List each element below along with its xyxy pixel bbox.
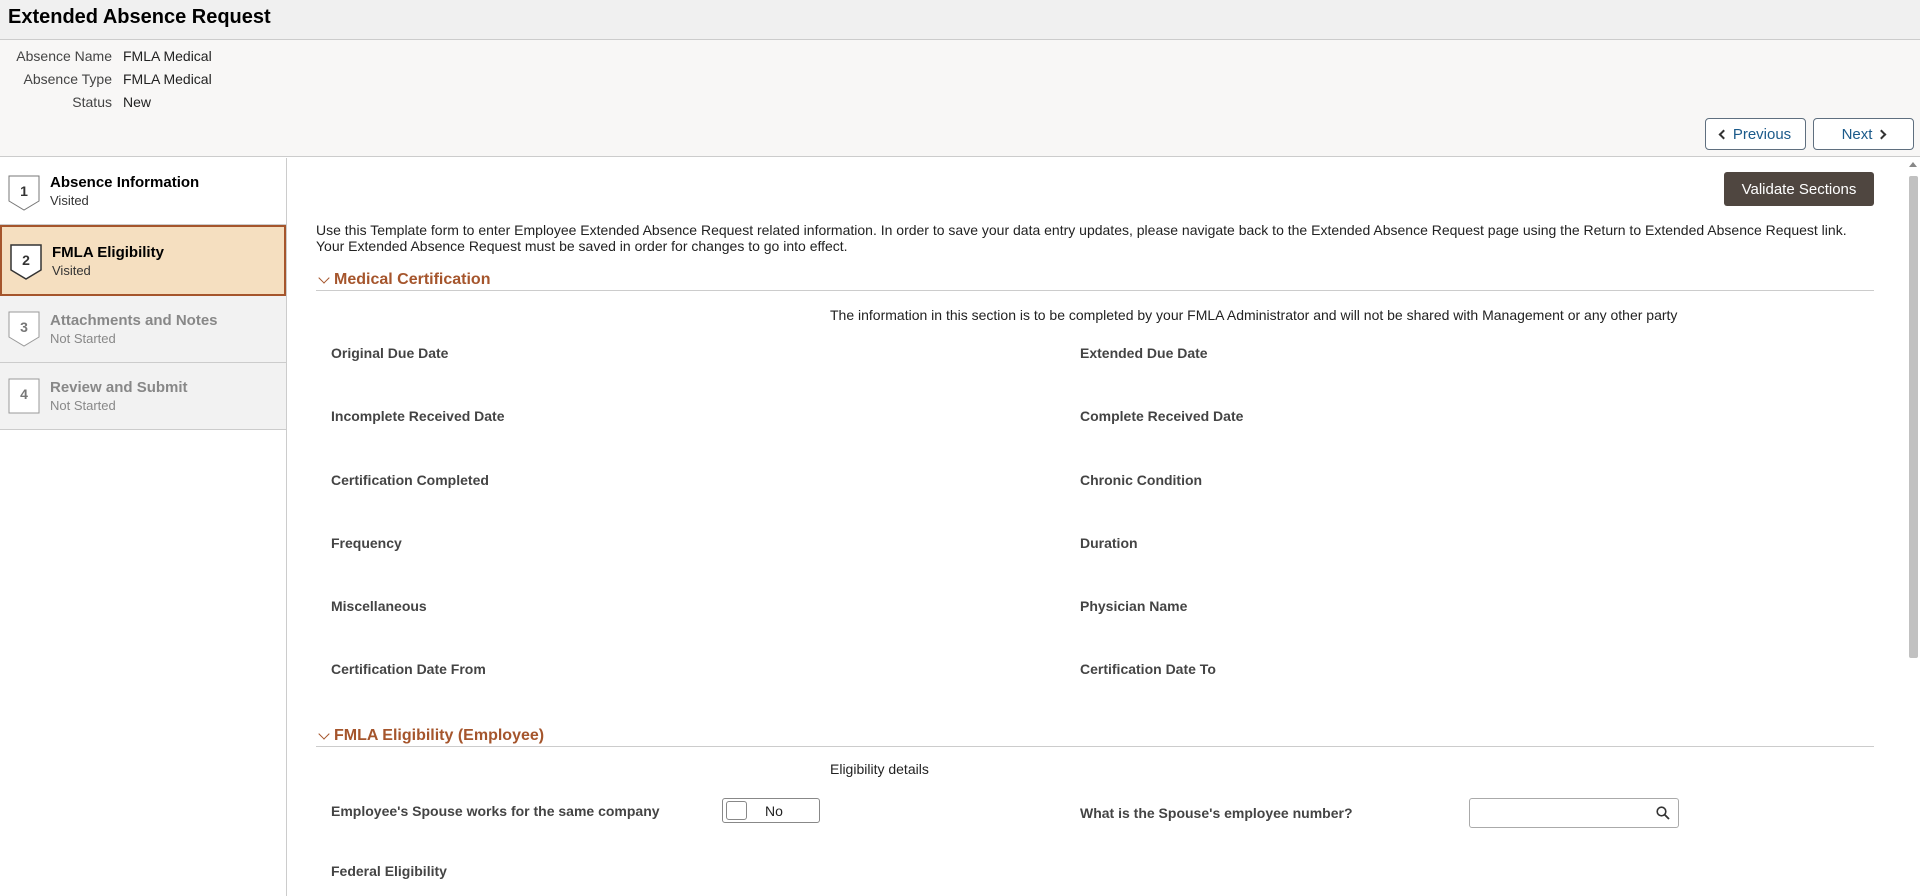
toggle-switch-knob: [726, 801, 747, 820]
page-title: Extended Absence Request: [8, 6, 271, 28]
step-status: Visited: [50, 193, 89, 208]
field-label-certification-date-from: Certification Date From: [331, 661, 486, 677]
fmla-eligibility-title: FMLA Eligibility (Employee): [334, 726, 545, 744]
field-label-physician-name: Physician Name: [1080, 598, 1188, 614]
absence-summary: Absence Name FMLA Medical Absence Type F…: [0, 40, 1920, 157]
title-bar: Extended Absence Request: [0, 0, 1920, 40]
spouse-same-company-toggle[interactable]: No: [722, 798, 820, 823]
medical-certification-header[interactable]: Medical Certification: [316, 269, 1874, 291]
chevron-down-icon: [318, 727, 330, 740]
step-status: Visited: [52, 263, 91, 278]
next-button[interactable]: Next: [1813, 118, 1914, 150]
status-value: New: [123, 94, 152, 110]
field-label-certification-completed: Certification Completed: [331, 472, 489, 488]
main-content: Validate Sections Use this Template form…: [288, 158, 1907, 896]
absence-name-row: Absence Name FMLA Medical: [0, 48, 212, 64]
step-attachments-and-notes[interactable]: 3 Attachments and Notes Not Started: [0, 296, 286, 363]
field-label-duration: Duration: [1080, 535, 1138, 551]
chevron-right-icon: [1876, 129, 1887, 139]
step-review-and-submit[interactable]: 4 Review and Submit Not Started: [0, 363, 286, 430]
medical-certification-title: Medical Certification: [334, 270, 491, 288]
field-label-incomplete-received-date: Incomplete Received Date: [331, 408, 505, 424]
field-label-frequency: Frequency: [331, 535, 402, 551]
absence-name-value: FMLA Medical: [123, 48, 212, 64]
step-status: Not Started: [50, 331, 116, 346]
chevron-down-icon: [318, 271, 330, 284]
step-title: Review and Submit: [50, 379, 188, 396]
status-row: Status New: [0, 94, 151, 110]
toggle-value: No: [765, 802, 783, 819]
step-navigation: 1 Absence Information Visited 2 FMLA Eli…: [0, 158, 287, 896]
validate-sections-button[interactable]: Validate Sections: [1724, 172, 1874, 206]
spouse-same-company-label: Employee's Spouse works for the same com…: [331, 803, 660, 819]
step-number-badge: 2: [10, 244, 42, 280]
field-label-chronic-condition: Chronic Condition: [1080, 472, 1203, 488]
medical-certification-note: The information in this section is to be…: [830, 307, 1678, 323]
scroll-up-arrow-icon[interactable]: [1909, 162, 1917, 167]
spouse-employee-number-input[interactable]: [1476, 799, 1646, 825]
absence-type-row: Absence Type FMLA Medical: [0, 71, 212, 87]
step-title: FMLA Eligibility: [52, 244, 164, 261]
step-fmla-eligibility[interactable]: 2 FMLA Eligibility Visited: [0, 225, 286, 296]
chevron-left-icon: [1718, 129, 1729, 139]
spouse-employee-number-label: What is the Spouse's employee number?: [1080, 805, 1353, 821]
scrollbar-thumb[interactable]: [1909, 176, 1918, 658]
step-title: Attachments and Notes: [50, 312, 218, 329]
field-label-miscellaneous: Miscellaneous: [331, 598, 427, 614]
vertical-scrollbar[interactable]: [1906, 158, 1920, 896]
absence-type-label: Absence Type: [23, 71, 112, 87]
federal-eligibility-label: Federal Eligibility: [331, 863, 447, 879]
field-label-extended-due-date: Extended Due Date: [1080, 345, 1208, 361]
step-number-badge: 4: [8, 378, 40, 414]
previous-button[interactable]: Previous: [1705, 118, 1806, 150]
absence-type-value: FMLA Medical: [123, 71, 212, 87]
previous-button-label: Previous: [1732, 125, 1792, 143]
fmla-eligibility-header[interactable]: FMLA Eligibility (Employee): [316, 725, 1874, 747]
field-label-complete-received-date: Complete Received Date: [1080, 408, 1244, 424]
field-label-original-due-date: Original Due Date: [331, 345, 449, 361]
step-status: Not Started: [50, 398, 116, 413]
absence-name-label: Absence Name: [16, 48, 112, 64]
status-label: Status: [72, 94, 112, 110]
spouse-employee-number-field: [1469, 798, 1679, 828]
next-button-label: Next: [1841, 125, 1873, 143]
eligibility-details-note: Eligibility details: [830, 761, 929, 777]
intro-text: Use this Template form to enter Employee…: [316, 222, 1847, 254]
step-absence-information[interactable]: 1 Absence Information Visited: [0, 158, 286, 225]
step-title: Absence Information: [50, 174, 200, 191]
search-icon[interactable]: [1656, 806, 1670, 825]
step-number-badge: 3: [8, 311, 40, 347]
field-label-certification-date-to: Certification Date To: [1080, 661, 1216, 677]
step-number-badge: 1: [8, 175, 40, 211]
